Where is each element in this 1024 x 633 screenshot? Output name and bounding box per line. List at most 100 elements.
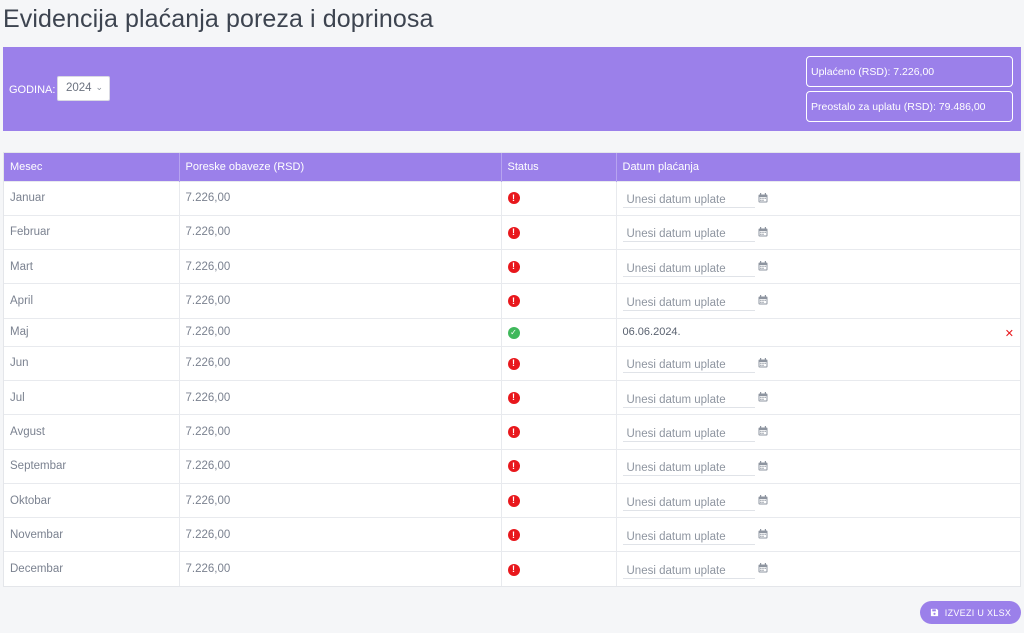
column-header-payment-date: Datum plaćanja [616, 153, 1020, 181]
payment-date-input[interactable] [622, 424, 755, 442]
table-row: Avgust 7.226,00 ! [4, 414, 1020, 450]
table-row: Novembar 7.226,00 ! [4, 517, 1020, 552]
table-row: Oktobar 7.226,00 ! [4, 482, 1020, 518]
calendar-icon[interactable] [758, 460, 768, 471]
payment-date-input[interactable] [622, 191, 755, 209]
status-cell: ! [501, 283, 617, 319]
save-icon [930, 608, 938, 617]
month-cell: Oktobar [4, 482, 180, 518]
month-cell: April [4, 283, 180, 319]
filter-bar: GODINA: 2024 ⌄ Uplaćeno (RSD): 7.226,00 … [3, 47, 1021, 131]
payment-date-input[interactable] [622, 562, 755, 580]
payment-date-input[interactable] [622, 493, 755, 511]
table-row: April 7.226,00 ! [4, 283, 1020, 319]
calendar-icon[interactable] [758, 529, 768, 539]
amount-cell: 7.226,00 [179, 551, 502, 587]
status-cell: ! [501, 214, 617, 250]
month-cell: Jun [4, 345, 180, 381]
payment-date-cell [616, 551, 1020, 587]
exclamation-circle-icon: ! [507, 563, 520, 576]
payment-date-input[interactable] [622, 459, 755, 477]
status-cell: ! [501, 517, 617, 552]
remaining-summary-text: Preostalo za uplatu (RSD): 79.486,00 [811, 100, 986, 113]
status-cell: ! [501, 414, 617, 450]
month-cell: Decembar [4, 551, 180, 587]
payment-date-cell [616, 345, 1020, 381]
payment-date-input[interactable] [622, 356, 755, 374]
payment-date-cell [616, 482, 1020, 518]
table-row: Januar 7.226,00 ! [4, 180, 1020, 216]
calendar-icon[interactable] [758, 357, 768, 368]
calendar-icon[interactable] [758, 391, 768, 402]
payment-date-input[interactable] [622, 225, 755, 243]
payment-date-cell [616, 249, 1020, 284]
payment-date-input[interactable] [622, 259, 755, 277]
status-cell: ! [501, 180, 617, 216]
amount-cell: 7.226,00 [179, 249, 502, 284]
table-body: Januar 7.226,00 ! Februar 7.226,00 ! Mar… [4, 180, 1020, 587]
amount-cell: 7.226,00 [179, 482, 502, 518]
calendar-icon[interactable] [758, 226, 768, 237]
remaining-summary: Preostalo za uplatu (RSD): 79.486,00 [806, 91, 1013, 122]
exclamation-circle-icon: ! [507, 426, 520, 439]
calendar-icon[interactable] [758, 494, 768, 505]
status-cell: ! [501, 379, 617, 415]
year-select-value: 2024 [66, 82, 92, 94]
export-xlsx-button[interactable]: IZVEZI U XLSX [920, 601, 1021, 624]
amount-cell: 7.226,00 [179, 180, 502, 216]
payment-date-cell [616, 414, 1020, 450]
status-cell: ! [501, 482, 617, 518]
month-cell: Mart [4, 249, 180, 284]
amount-cell: 7.226,00 [179, 379, 502, 415]
amount-cell: 7.226,00 [179, 214, 502, 250]
table-header-row: Mesec Poreske obaveze (RSD) Status Datum… [4, 153, 1020, 181]
payment-date-input[interactable] [622, 390, 755, 408]
status-cell: ✓ [501, 317, 617, 347]
exclamation-circle-icon: ! [507, 226, 520, 239]
month-cell: Septembar [4, 448, 180, 484]
payment-date-cell [616, 517, 1020, 552]
exclamation-circle-icon: ! [507, 460, 520, 473]
status-cell: ! [501, 448, 617, 484]
calendar-icon[interactable] [758, 192, 768, 203]
calendar-icon[interactable] [758, 261, 768, 271]
calendar-icon[interactable] [758, 295, 768, 305]
amount-cell: 7.226,00 [179, 517, 502, 552]
status-cell: ! [501, 551, 617, 587]
calendar-icon[interactable] [758, 563, 768, 573]
table-row: Maj 7.226,00 ✓ 06.06.2024. ✕ [4, 317, 1020, 347]
payment-date-cell: 06.06.2024. ✕ [616, 317, 1020, 347]
exclamation-circle-icon: ! [507, 529, 520, 542]
table-row: Jul 7.226,00 ! [4, 379, 1020, 415]
month-cell: Januar [4, 180, 180, 216]
table-row: Decembar 7.226,00 ! [4, 551, 1020, 587]
payment-date-cell [616, 180, 1020, 216]
payment-date-cell [616, 214, 1020, 250]
payment-date-value[interactable]: 06.06.2024. [623, 326, 681, 338]
check-circle-icon: ✓ [507, 326, 520, 339]
month-cell: Februar [4, 214, 180, 250]
chevron-down-icon: ⌄ [95, 82, 103, 92]
payment-date-input[interactable] [622, 294, 755, 312]
paid-summary-text: Uplaćeno (RSD): 7.226,00 [811, 65, 935, 78]
exclamation-circle-icon: ! [507, 260, 520, 273]
table-row: Februar 7.226,00 ! [4, 214, 1020, 250]
month-cell: Maj [4, 317, 180, 347]
close-icon[interactable]: ✕ [1005, 327, 1014, 340]
payments-table: Mesec Poreske obaveze (RSD) Status Datum… [3, 152, 1021, 588]
payment-date-cell [616, 283, 1020, 319]
amount-cell: 7.226,00 [179, 317, 502, 347]
status-cell: ! [501, 249, 617, 284]
payment-date-input[interactable] [622, 527, 755, 545]
exclamation-circle-icon: ! [507, 192, 520, 205]
exclamation-circle-icon: ! [507, 357, 520, 370]
amount-cell: 7.226,00 [179, 283, 502, 319]
paid-summary: Uplaćeno (RSD): 7.226,00 [806, 56, 1013, 87]
table-row: Jun 7.226,00 ! [4, 345, 1020, 381]
column-header-status: Status [501, 153, 617, 181]
year-select[interactable]: 2024 ⌄ [57, 76, 110, 101]
month-cell: Jul [4, 379, 180, 415]
payment-date-cell [616, 448, 1020, 484]
column-header-month: Mesec [4, 153, 180, 181]
calendar-icon[interactable] [758, 426, 768, 436]
